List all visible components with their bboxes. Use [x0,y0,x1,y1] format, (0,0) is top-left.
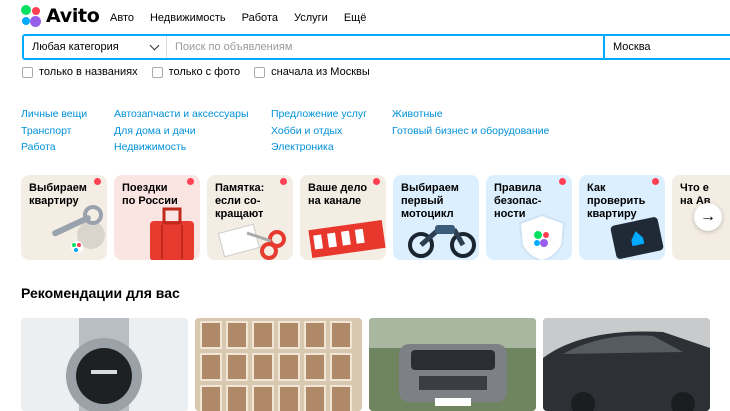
story-card[interactable]: Выбираем первый мотоцикл [393,175,479,260]
category-column: Автозапчасти и аксессуары Для дома и дач… [114,106,271,156]
filter-moscow-first[interactable]: сначала из Москвы [254,66,370,78]
nav-item-services[interactable]: Услуги [294,12,328,24]
story-title: Правила безопас- ности [494,182,542,220]
carousel-next-button[interactable]: → [694,203,722,231]
story-title: Памятка: если со- кращают [215,182,265,220]
category-links: Личные вещи Транспорт Работа Автозапчаст… [21,106,549,156]
search-bar: Любая категория Москва [22,34,730,60]
nav-item-auto[interactable]: Авто [110,12,134,24]
suv-photo [369,318,536,411]
unread-badge [652,178,659,185]
unread-badge [187,178,194,185]
search-input[interactable] [167,36,603,58]
city-value: Москва [613,41,651,53]
filter-label: только в названиях [39,66,138,78]
filter-with-photo[interactable]: только с фото [151,66,241,78]
chevron-down-icon [149,40,160,50]
listing-card[interactable] [21,318,188,411]
filter-label: только с фото [168,66,241,78]
top-nav: Авто Недвижимость Работа Услуги Ещё [110,12,382,24]
story-card[interactable]: Поездки по России [114,175,200,260]
category-link[interactable]: Недвижимость [114,139,271,156]
story-title: Выбираем первый мотоцикл [401,182,459,220]
filter-titles-only[interactable]: только в названиях [22,66,138,78]
category-link[interactable]: Личные вещи [21,106,114,123]
story-title: Выбираем квартиру [29,182,87,207]
city-select[interactable]: Москва [603,36,730,58]
logo-dots-icon [20,5,42,27]
category-column: Личные вещи Транспорт Работа [21,106,114,156]
category-link[interactable]: Готовый бизнес и оборудование [392,123,549,140]
unread-badge [94,178,101,185]
story-card[interactable]: Ваше дело на канале [300,175,386,260]
unread-badge [559,178,566,185]
header: Avito Авто Недвижимость Работа Услуги Ещ… [0,0,730,34]
unread-badge [373,178,380,185]
story-title: Ваше дело на канале [308,182,368,207]
category-link[interactable]: Автозапчасти и аксессуары [114,106,271,123]
category-link[interactable]: Электроника [271,139,392,156]
category-link[interactable]: Для дома и дачи [114,123,271,140]
story-title: Поездки по России [122,182,178,207]
recommendations-grid [21,318,730,411]
unread-badge [280,178,287,185]
category-link[interactable]: Животные [392,106,549,123]
category-link[interactable]: Работа [21,139,114,156]
category-link[interactable]: Хобби и отдых [271,123,392,140]
listing-card[interactable] [543,318,710,411]
nav-item-realty[interactable]: Недвижимость [150,12,226,24]
category-select-value: Любая категория [32,41,119,53]
checkbox[interactable] [151,66,163,78]
search-filters: только в названиях только с фото сначала… [22,66,384,78]
watch-photo [21,318,188,411]
category-select[interactable]: Любая категория [24,36,167,58]
category-column: Предложение услуг Хобби и отдых Электрон… [271,106,392,156]
story-card[interactable]: Как проверить квартиру [579,175,665,260]
story-title: Как проверить квартиру [587,182,646,220]
stamps-photo [195,318,362,411]
recommendations-title: Рекомендации для вас [21,285,180,301]
avito-logo[interactable]: Avito [20,5,100,27]
car-photo [543,318,710,411]
story-card[interactable]: Правила безопас- ности [486,175,572,260]
nav-item-jobs[interactable]: Работа [242,12,278,24]
category-column: Животные Готовый бизнес и оборудование [392,106,549,156]
category-link[interactable]: Транспорт [21,123,114,140]
listing-card[interactable] [195,318,362,411]
checkbox[interactable] [22,66,33,78]
story-card[interactable]: Памятка: если со- кращают [207,175,293,260]
arrow-right-icon: → [700,208,716,225]
story-card[interactable]: Выбираем квартиру [21,175,107,260]
listing-card[interactable] [369,318,536,411]
stories-carousel: Выбираем квартиру Поездки по России Памя… [21,175,730,260]
nav-item-more[interactable]: Ещё [344,12,367,24]
checkbox[interactable] [254,66,266,78]
category-link[interactable]: Предложение услуг [271,106,392,123]
filter-label: сначала из Москвы [271,66,370,78]
logo-text: Avito [46,5,100,27]
